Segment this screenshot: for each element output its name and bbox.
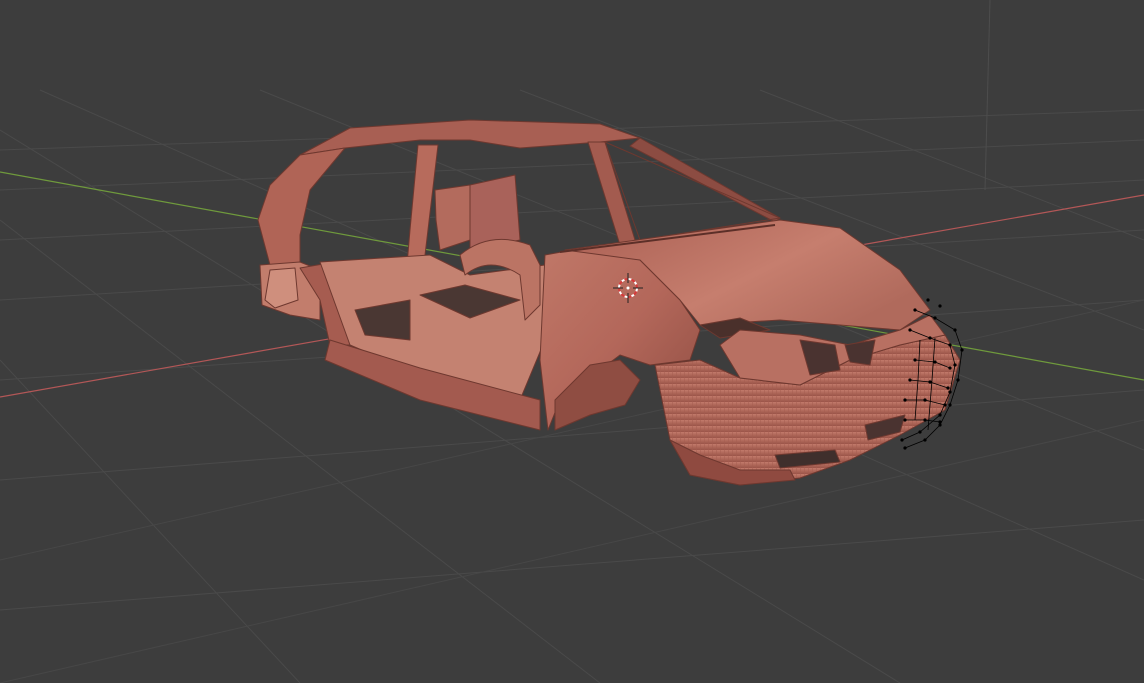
rear-lamp <box>264 267 299 309</box>
car-body-mesh[interactable] <box>257 119 961 486</box>
grille-opening-2 <box>844 339 876 366</box>
viewport-canvas[interactable] <box>0 0 1144 683</box>
seat-panel <box>469 174 521 251</box>
rear-seat <box>434 184 471 251</box>
rear-hatch <box>257 147 346 266</box>
z-axis-line <box>984 0 991 191</box>
3d-viewport[interactable] <box>0 0 1144 683</box>
roof-panel <box>299 119 641 156</box>
